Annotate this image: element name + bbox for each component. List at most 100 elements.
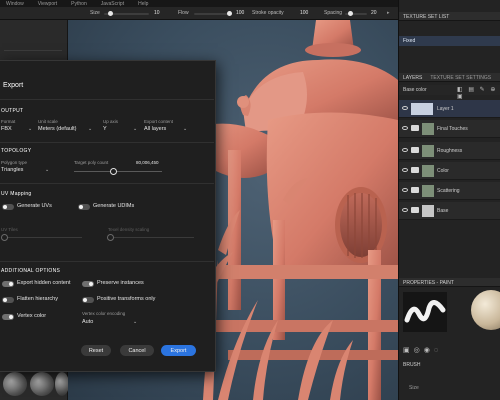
material-preview-icon[interactable] — [30, 372, 54, 396]
divider — [0, 99, 214, 100]
layer-tool-icons[interactable]: ◧ ▤ ✎ ⊕ ▣ — [457, 86, 500, 100]
flow-value[interactable]: 100 — [236, 10, 244, 16]
export-hidden-label: Export hidden content — [17, 280, 71, 286]
texture-set-list-header: TEXTURE SET LIST — [399, 12, 500, 21]
up-axis-select[interactable]: Y — [103, 126, 107, 132]
channel-select[interactable]: Base color — [403, 87, 427, 93]
layer-row[interactable]: Color — [399, 162, 500, 180]
layer-thumbnail — [422, 145, 434, 157]
tab-layers[interactable]: LAYERS — [403, 75, 422, 81]
chevron-down-icon[interactable]: ⌄ — [28, 126, 32, 132]
generate-uvs-label: Generate UVs — [17, 203, 52, 209]
export-button[interactable]: Export — [161, 345, 196, 356]
generate-uvs-toggle[interactable] — [2, 204, 14, 210]
visibility-eye-icon[interactable] — [402, 188, 408, 192]
stroke-opacity-value[interactable]: 100 — [300, 10, 308, 16]
layer-row[interactable]: Roughness — [399, 142, 500, 160]
visibility-eye-icon[interactable] — [402, 168, 408, 172]
format-label: Format — [1, 119, 16, 124]
tab-texture-set-settings[interactable]: TEXTURE SET SETTINGS — [430, 75, 491, 81]
target-poly-slider[interactable] — [74, 171, 162, 172]
slider-thumb — [107, 234, 114, 241]
folder-icon — [411, 207, 419, 213]
menu-help[interactable]: Help — [138, 1, 148, 7]
layer-name: Final Touches — [437, 126, 468, 132]
chevron-down-icon[interactable]: ⌄ — [133, 126, 137, 132]
preserve-instances-label: Preserve instances — [97, 280, 144, 286]
spacing-slider[interactable] — [345, 11, 367, 16]
layer-thumbnail — [422, 123, 434, 135]
vertex-color-encoding-label: Vertex color encoding — [82, 311, 126, 316]
more-icon[interactable]: ▸ — [387, 10, 390, 16]
divider — [0, 183, 214, 184]
layer-name: Scattering — [437, 188, 460, 194]
layers-tabs: LAYERS TEXTURE SET SETTINGS — [399, 73, 500, 82]
layer-row[interactable]: Scattering — [399, 182, 500, 200]
layer-name: Base — [437, 208, 449, 214]
chevron-down-icon[interactable]: ⌄ — [45, 167, 49, 173]
menu-window[interactable]: Window — [6, 1, 24, 7]
chevron-down-icon[interactable]: ⌄ — [133, 319, 137, 325]
texel-density-slider — [110, 237, 194, 238]
layer-thumbnail — [422, 185, 434, 197]
chevron-down-icon[interactable]: ⌄ — [183, 126, 187, 132]
properties-header: PROPERTIES - PAINT — [399, 278, 500, 287]
brush-section-title: BRUSH — [403, 362, 421, 368]
folder-icon — [411, 125, 419, 131]
reset-button[interactable]: Reset — [81, 345, 111, 356]
size-value[interactable]: 10 — [154, 10, 160, 16]
export-content-label: Export content — [144, 119, 174, 124]
slider-thumb[interactable] — [110, 168, 118, 175]
uv-tiles-label: UV Tiles — [1, 227, 18, 232]
uv-section-title: UV Mapping — [1, 191, 32, 197]
target-poly-value[interactable]: 80,006,450 — [136, 160, 159, 165]
visibility-eye-icon[interactable] — [402, 208, 408, 212]
layer-row[interactable]: Layer 1 — [399, 100, 500, 118]
menu-javascript[interactable]: JavaScript — [101, 1, 124, 7]
vertex-color-label: Vertex color — [17, 313, 47, 319]
up-axis-label: Up axis — [103, 119, 119, 124]
menu-viewport[interactable]: Viewport — [38, 1, 57, 7]
vertex-color-encoding-select[interactable]: Auto — [82, 319, 93, 325]
material-preview-icon[interactable] — [55, 372, 69, 396]
material-preview-icon[interactable] — [3, 372, 27, 396]
generate-udims-toggle[interactable] — [78, 204, 90, 210]
layer-thumbnail — [411, 103, 433, 115]
texture-set-item[interactable]: Fixed — [399, 36, 500, 46]
chevron-down-icon[interactable]: ⌄ — [88, 126, 92, 132]
visibility-eye-icon[interactable] — [402, 106, 408, 110]
preserve-instances-toggle[interactable] — [82, 281, 94, 287]
topology-section-title: TOPOLOGY — [1, 148, 32, 154]
cancel-button[interactable]: Cancel — [120, 345, 154, 356]
output-section-title: OUTPUT — [1, 108, 24, 114]
positive-transforms-toggle[interactable] — [82, 297, 94, 303]
material-ball-preview — [471, 290, 500, 330]
layer-name: Layer 1 — [437, 106, 454, 112]
layer-row[interactable]: Final Touches — [399, 120, 500, 138]
layer-thumbnail — [422, 205, 434, 217]
visibility-eye-icon[interactable] — [402, 126, 408, 130]
size-slider[interactable] — [104, 11, 149, 16]
export-dialog: Export OUTPUT Format FBX ⌄ Unit scale Me… — [0, 60, 216, 372]
generate-udims-label: Generate UDIMs — [93, 203, 135, 209]
visibility-eye-icon[interactable] — [402, 148, 408, 152]
layer-thumbnail — [422, 165, 434, 177]
polygon-type-select[interactable]: Triangles — [1, 167, 23, 173]
flow-slider[interactable] — [194, 11, 232, 16]
export-hidden-toggle[interactable] — [2, 281, 14, 287]
format-select[interactable]: FBX — [1, 126, 12, 132]
property-icons[interactable]: ▣◎◉◌ — [403, 346, 442, 354]
target-poly-label: Target poly count — [74, 160, 109, 165]
menu-python[interactable]: Python — [71, 1, 87, 7]
divider — [0, 142, 214, 143]
vertex-color-toggle[interactable] — [2, 314, 14, 320]
slider-thumb — [1, 234, 8, 241]
flatten-hierarchy-toggle[interactable] — [2, 297, 14, 303]
layer-row[interactable]: Base — [399, 202, 500, 220]
unit-scale-select[interactable]: Meters (default) — [38, 126, 77, 132]
dialog-title: Export — [3, 82, 24, 89]
export-content-select[interactable]: All layers — [144, 126, 166, 132]
layers-toolbar: Base color ◧ ▤ ✎ ⊕ ▣ — [399, 85, 500, 100]
divider — [0, 261, 214, 262]
spacing-value[interactable]: 20 — [371, 10, 377, 16]
